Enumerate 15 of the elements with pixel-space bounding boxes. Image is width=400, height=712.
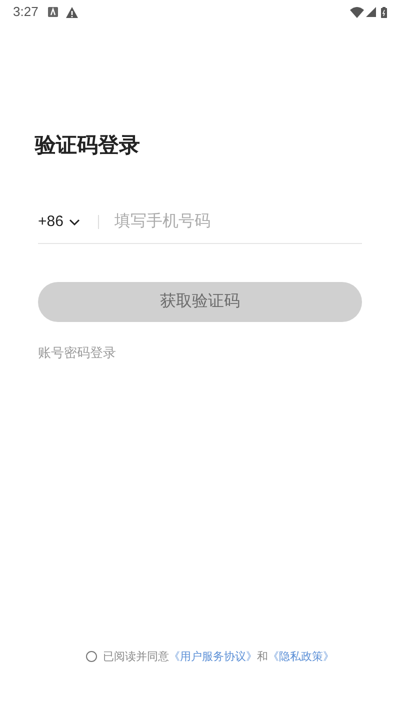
notification-icon: [48, 7, 58, 17]
battery-icon: [381, 6, 387, 18]
wifi-icon: [350, 6, 364, 18]
signal-icon: [366, 7, 376, 17]
warning-icon: [66, 6, 78, 18]
page-title: 验证码登录: [35, 133, 141, 159]
phone-input-field[interactable]: 填写手机号码: [114, 207, 362, 237]
password-login-link[interactable]: 账号密码登录: [38, 344, 116, 360]
agreement-text: 已阅读并同意《用户服务协议》和《隐私政策》: [103, 650, 334, 664]
agreement-link[interactable]: 《用户服务协议》: [169, 650, 257, 662]
country-code-dropdown[interactable]: +86: [38, 210, 80, 234]
agreement-link[interactable]: 《隐私政策》: [268, 650, 334, 662]
status-time: 3:27: [13, 3, 38, 22]
chevron-down-icon: [69, 218, 80, 226]
agreement-checkbox[interactable]: [86, 651, 97, 662]
